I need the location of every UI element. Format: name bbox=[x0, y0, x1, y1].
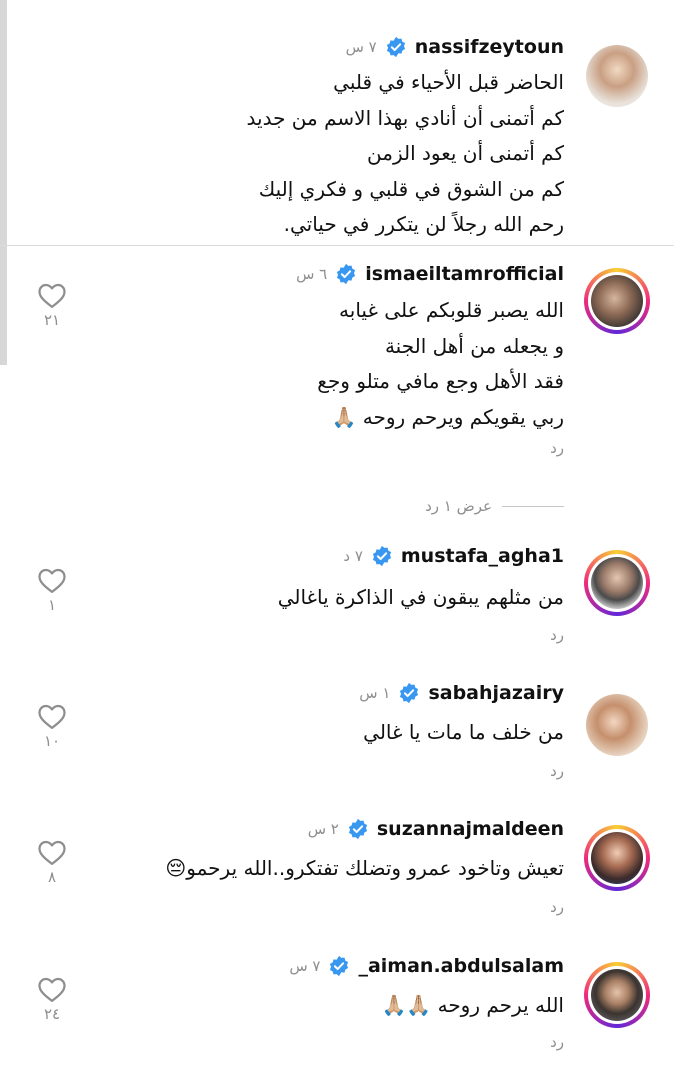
comment-line: تعيش وتاخود عمرو وتضلك تفتكرو..الله يرحم… bbox=[165, 856, 564, 880]
like-button[interactable]: ٨ bbox=[36, 838, 68, 886]
comment-header: mustafa_agha1 ٧ د bbox=[343, 545, 564, 567]
comment-line: فقد الأهل وجع مافي متلو وجع bbox=[317, 369, 564, 393]
comment-text: الحاضر قبل الأحياء في قلبي كم أتمنى أن أ… bbox=[247, 65, 564, 243]
comment-text: الله يرحم روحه 🙏🏼🙏🏼 bbox=[381, 988, 564, 1024]
verified-badge-icon bbox=[386, 36, 405, 58]
comment-line: ربي يقويكم ويرحم روحه 🙏🏼 bbox=[331, 404, 565, 429]
comment-line: الحاضر قبل الأحياء في قلبي bbox=[333, 70, 564, 94]
comment-item: suzannajmaldeen ٢ س تعيش وتاخود عمرو وتض… bbox=[0, 808, 674, 928]
like-count: ١٠ bbox=[43, 732, 61, 750]
verified-badge-icon bbox=[337, 263, 356, 285]
comment-text: تعيش وتاخود عمرو وتضلك تفتكرو..الله يرحم… bbox=[165, 851, 564, 887]
avatar[interactable] bbox=[584, 550, 650, 616]
comment-header: nassifzeytoun ٧ س bbox=[346, 36, 564, 58]
username[interactable]: sabahjazairy bbox=[428, 682, 564, 704]
username[interactable]: _aiman.abdulsalam bbox=[358, 955, 564, 977]
comment-line: الله يصبر قلوبكم على غيابه bbox=[339, 298, 564, 322]
username[interactable]: ismaeiltamrofficial bbox=[365, 263, 564, 285]
view-replies-label: عرض ١ رد bbox=[425, 497, 492, 515]
like-button[interactable]: ١٠ bbox=[36, 702, 68, 750]
comment-item: nassifzeytoun ٧ س الحاضر قبل الأحياء في … bbox=[0, 0, 674, 245]
comment-line: كم من الشوق في قلبي و فكري إليك bbox=[258, 176, 564, 201]
comment-text: الله يصبر قلوبكم على غيابه و يجعله من أه… bbox=[317, 293, 564, 435]
reply-button[interactable]: رد bbox=[550, 762, 564, 780]
comment-text: من خلف ما مات يا غالي bbox=[363, 715, 564, 751]
heart-outline-icon bbox=[38, 568, 66, 593]
avatar[interactable] bbox=[584, 962, 650, 1028]
view-replies-button[interactable]: عرض ١ رد bbox=[425, 497, 564, 515]
comment-header: _aiman.abdulsalam ٧ س bbox=[289, 955, 564, 977]
like-count: ٢١ bbox=[43, 311, 61, 329]
comment-line: كم أتمنى أن أنادي بهذا الاسم من جديد bbox=[246, 105, 564, 130]
like-count: ٢٤ bbox=[43, 1005, 61, 1023]
avatar[interactable] bbox=[586, 45, 648, 107]
reply-button[interactable]: رد bbox=[550, 898, 564, 916]
reply-button[interactable]: رد bbox=[550, 626, 564, 644]
comment-line: من خلف ما مات يا غالي bbox=[363, 720, 564, 744]
comment-item: mustafa_agha1 ٧ د من مثلهم يبقون في الذا… bbox=[0, 535, 674, 655]
comment-time: ٧ س bbox=[345, 38, 377, 56]
verified-badge-icon bbox=[330, 955, 349, 977]
heart-outline-icon bbox=[38, 977, 66, 1002]
heart-outline-icon bbox=[38, 704, 66, 729]
like-button[interactable]: ٢٤ bbox=[36, 975, 68, 1023]
comment-time: ٧ د bbox=[343, 547, 363, 565]
comment-item: ismaeiltamrofficial ٦ س الله يصبر قلوبكم… bbox=[0, 250, 674, 460]
like-count: ١ bbox=[47, 596, 57, 614]
verified-badge-icon bbox=[372, 545, 391, 567]
comment-header: suzannajmaldeen ٢ س bbox=[308, 818, 564, 840]
like-count: ٨ bbox=[47, 868, 57, 886]
comment-line: الله يرحم روحه 🙏🏼🙏🏼 bbox=[381, 993, 564, 1017]
avatar[interactable] bbox=[584, 825, 650, 891]
comment-item: _aiman.abdulsalam ٧ س الله يرحم روحه 🙏🏼🙏… bbox=[0, 945, 674, 1075]
comment-line: كم أتمنى أن يعود الزمن bbox=[367, 141, 564, 165]
reply-button[interactable]: رد bbox=[550, 1033, 564, 1051]
divider bbox=[0, 245, 674, 246]
comment-item: sabahjazairy ١ س من خلف ما مات يا غالي ر… bbox=[0, 672, 674, 792]
like-button[interactable]: ٢١ bbox=[36, 281, 68, 329]
username[interactable]: mustafa_agha1 bbox=[401, 545, 564, 567]
username[interactable]: nassifzeytoun bbox=[415, 36, 564, 58]
comment-text: من مثلهم يبقون في الذاكرة ياغالي bbox=[278, 580, 564, 616]
comment-time: ٢ س bbox=[307, 820, 339, 838]
like-button[interactable]: ١ bbox=[36, 566, 68, 614]
comment-header: ismaeiltamrofficial ٦ س bbox=[296, 263, 564, 285]
comment-header: sabahjazairy ١ س bbox=[359, 682, 564, 704]
reply-button[interactable]: رد bbox=[550, 439, 564, 457]
comment-time: ٦ س bbox=[296, 265, 328, 283]
comment-line: من مثلهم يبقون في الذاكرة ياغالي bbox=[277, 585, 564, 609]
comment-time: ١ س bbox=[359, 684, 391, 702]
comment-line: و يجعله من أهل الجنة bbox=[384, 333, 564, 358]
view-replies-dash bbox=[502, 505, 564, 507]
avatar[interactable] bbox=[586, 694, 648, 756]
avatar[interactable] bbox=[584, 268, 650, 334]
heart-outline-icon bbox=[38, 283, 66, 308]
comment-time: ٧ س bbox=[289, 957, 321, 975]
username[interactable]: suzannajmaldeen bbox=[377, 818, 564, 840]
heart-outline-icon bbox=[38, 840, 66, 865]
verified-badge-icon bbox=[348, 818, 367, 840]
verified-badge-icon bbox=[400, 682, 419, 704]
comment-line: رحم الله رجلاً لن يتكرر في حياتي. bbox=[283, 212, 564, 236]
